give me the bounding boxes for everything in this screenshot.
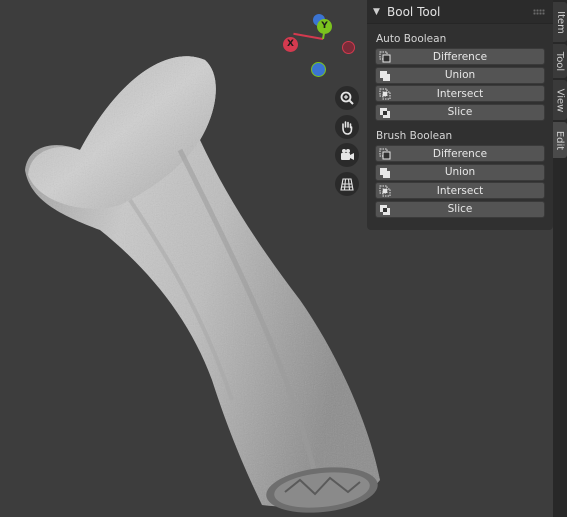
boolean-slice-icon bbox=[380, 107, 390, 118]
brush-intersect-button[interactable]: Intersect bbox=[375, 182, 545, 199]
collapse-caret-icon[interactable]: ▼ bbox=[373, 7, 387, 17]
boolean-union-icon bbox=[380, 167, 390, 178]
bool-tool-panel: ▼ Bool Tool Auto Boolean Difference Unio… bbox=[367, 0, 553, 230]
gizmo-neg-x-icon[interactable] bbox=[342, 41, 355, 54]
boolean-intersect-icon bbox=[379, 88, 391, 100]
brush-union-button[interactable]: Union bbox=[375, 163, 545, 181]
panel-header[interactable]: ▼ Bool Tool bbox=[367, 0, 553, 24]
tab-edit[interactable]: Edit bbox=[553, 122, 567, 158]
navigation-gizmo[interactable]: Y X bbox=[278, 10, 368, 85]
tab-view[interactable]: View bbox=[553, 80, 567, 120]
boolean-difference-icon bbox=[379, 51, 391, 63]
drag-handle-icon[interactable] bbox=[533, 8, 545, 15]
boolean-union-icon bbox=[380, 70, 390, 81]
hand-pan-icon[interactable] bbox=[335, 115, 359, 139]
boolean-intersect-icon bbox=[379, 185, 391, 197]
gizmo-z-axis[interactable] bbox=[311, 62, 326, 77]
brush-difference-button[interactable]: Difference bbox=[375, 145, 545, 162]
boolean-slice-icon bbox=[380, 204, 390, 215]
auto-slice-button[interactable]: Slice bbox=[375, 103, 545, 121]
auto-union-button[interactable]: Union bbox=[375, 66, 545, 84]
auto-intersect-button[interactable]: Intersect bbox=[375, 85, 545, 102]
zoom-icon[interactable] bbox=[335, 86, 359, 110]
auto-difference-button[interactable]: Difference bbox=[375, 48, 545, 65]
bone-mesh bbox=[25, 56, 380, 513]
sidebar-tab-strip: Item Tool View Edit bbox=[553, 0, 567, 517]
panel-title: Bool Tool bbox=[387, 4, 441, 19]
grid-perspective-icon[interactable] bbox=[335, 172, 359, 196]
boolean-difference-icon bbox=[379, 148, 391, 160]
brush-slice-button[interactable]: Slice bbox=[375, 200, 545, 218]
tab-tool[interactable]: Tool bbox=[553, 44, 567, 78]
camera-icon[interactable] bbox=[335, 143, 359, 167]
brush-boolean-label: Brush Boolean bbox=[376, 130, 453, 142]
auto-boolean-label: Auto Boolean bbox=[376, 33, 447, 45]
gizmo-x-axis[interactable]: X bbox=[283, 37, 298, 52]
tab-item[interactable]: Item bbox=[553, 2, 567, 42]
gizmo-y-axis[interactable]: Y bbox=[317, 19, 332, 34]
